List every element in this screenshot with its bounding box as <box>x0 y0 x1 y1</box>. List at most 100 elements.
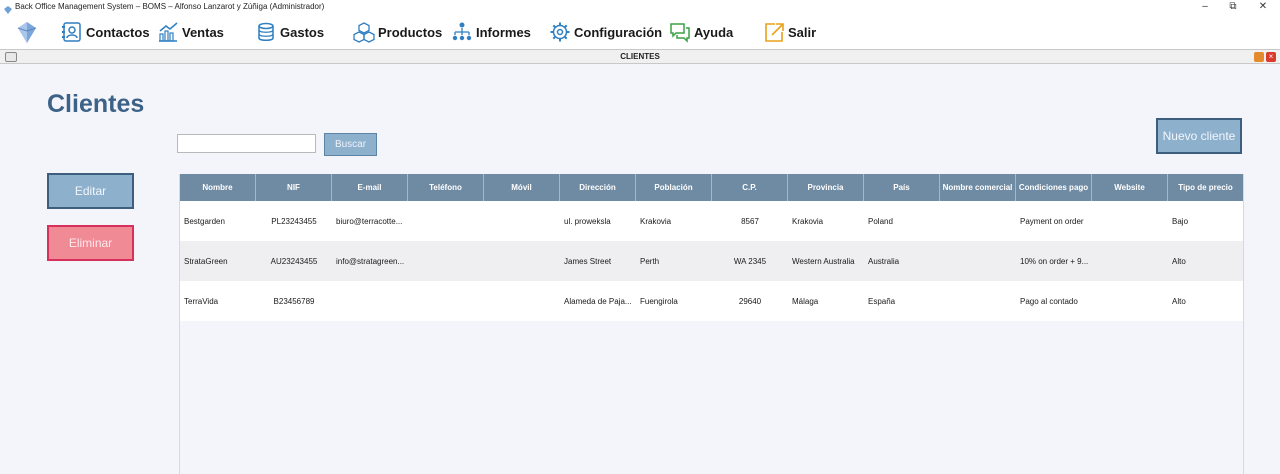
cell-direccion: Alameda de Paja... <box>564 296 632 306</box>
main-menubar: Contactos Ventas Gastos Productos Inform… <box>0 16 1280 49</box>
cell-poblacion: Perth <box>640 256 660 266</box>
exit-arrow-icon <box>762 20 786 44</box>
menu-label: Gastos <box>280 24 325 40</box>
menu-informes[interactable]: Informes <box>450 19 531 45</box>
cell-tipo-precio: Alto <box>1172 256 1186 266</box>
gear-icon <box>548 20 572 44</box>
cell-email: info@stratagreen... <box>336 256 405 266</box>
cell-direccion: ul. proweksla <box>564 216 611 226</box>
menu-contactos[interactable]: Contactos <box>60 19 150 45</box>
cell-pais: Poland <box>868 216 893 226</box>
cell-pais: Australia <box>868 256 900 266</box>
cell-website <box>1092 201 1168 241</box>
cell-email <box>332 281 408 321</box>
cell-telefono <box>408 201 484 241</box>
cell-cp: WA 2345 <box>733 256 767 266</box>
cell-website <box>1092 241 1168 281</box>
cell-condiciones-pago: Pago al contado <box>1020 296 1078 306</box>
search-input[interactable] <box>177 134 316 153</box>
chat-bubbles-icon <box>668 20 692 44</box>
menu-label: Configuración <box>574 24 663 40</box>
cell-nombre-comercial <box>940 201 1016 241</box>
window-title: Back Office Management System – BOMS – A… <box>15 2 325 11</box>
cell-nombre-comercial <box>940 281 1016 321</box>
menu-label: Ayuda <box>694 24 734 40</box>
menu-salir[interactable]: Salir <box>762 19 816 45</box>
cell-movil <box>484 201 560 241</box>
restore-button[interactable]: ⧉ <box>1221 1 1245 12</box>
cell-provincia: Western Australia <box>792 256 855 266</box>
cell-website <box>1092 281 1168 321</box>
cell-condiciones-pago: Payment on order <box>1020 216 1084 226</box>
cell-condiciones-pago: 10% on order + 9... <box>1020 256 1089 266</box>
clients-table: Nombre NIF E-mail Teléfono Móvil Direcci… <box>179 174 1244 474</box>
hierarchy-icon <box>450 20 474 44</box>
frame-minimize-button[interactable] <box>1254 52 1264 62</box>
menu-configuracion[interactable]: Configuración <box>548 19 662 45</box>
cell-nombre: Bestgarden <box>184 216 225 226</box>
column-header[interactable]: Móvil <box>484 174 560 201</box>
table-row[interactable]: Bestgarden PL23243455 biuro@terracotte..… <box>180 201 1243 241</box>
cell-nombre: StrataGreen <box>184 256 228 266</box>
cell-nombre-comercial <box>940 241 1016 281</box>
column-header[interactable]: Nombre <box>180 174 256 201</box>
table-row[interactable]: StrataGreen AU23243455 info@stratagreen.… <box>180 241 1243 281</box>
column-header[interactable]: Tipo de precio <box>1168 174 1243 201</box>
cell-cp: 29640 <box>738 296 762 306</box>
column-header[interactable]: NIF <box>256 174 332 201</box>
cell-cp: 8567 <box>741 216 759 226</box>
column-header[interactable]: Teléfono <box>408 174 484 201</box>
search-button[interactable]: Buscar <box>324 133 377 156</box>
cell-movil <box>484 281 560 321</box>
boxes-icon <box>352 20 376 44</box>
table-row[interactable]: TerraVida B23456789 Alameda de Paja... F… <box>180 281 1243 321</box>
cell-telefono <box>408 281 484 321</box>
menu-label: Ventas <box>182 24 224 40</box>
cell-tipo-precio: Bajo <box>1172 216 1189 226</box>
cell-poblacion: Fuengirola <box>640 296 678 306</box>
cell-pais: España <box>868 296 896 306</box>
cell-nif: B23456789 <box>273 296 315 306</box>
cell-poblacion: Krakovia <box>640 216 672 226</box>
minimize-button[interactable]: – <box>1193 1 1217 12</box>
cell-nombre: TerraVida <box>184 296 219 306</box>
cell-nif: PL23243455 <box>271 216 317 226</box>
cell-nif: AU23243455 <box>270 256 318 266</box>
column-header[interactable]: País <box>864 174 940 201</box>
close-button[interactable]: ✕ <box>1251 1 1275 12</box>
column-header[interactable]: E-mail <box>332 174 408 201</box>
menu-ventas[interactable]: Ventas <box>156 19 224 45</box>
menu-label: Contactos <box>86 24 150 40</box>
edit-button[interactable]: Editar <box>47 173 134 209</box>
column-header[interactable]: Población <box>636 174 712 201</box>
table-header: Nombre NIF E-mail Teléfono Móvil Direcci… <box>180 174 1243 201</box>
menu-label: Productos <box>378 24 443 40</box>
column-header[interactable]: C.P. <box>712 174 788 201</box>
column-header[interactable]: Provincia <box>788 174 864 201</box>
menu-productos[interactable]: Productos <box>352 19 442 45</box>
cell-telefono <box>408 241 484 281</box>
cell-provincia: Krakovia <box>792 216 824 226</box>
cell-movil <box>484 241 560 281</box>
menu-label: Informes <box>476 24 531 40</box>
window-titlebar: Back Office Management System – BOMS – A… <box>0 0 1280 16</box>
cell-tipo-precio: Alto <box>1172 296 1186 306</box>
column-header[interactable]: Dirección <box>560 174 636 201</box>
menu-label: Salir <box>788 24 817 40</box>
internal-frame-titlebar: CLIENTES × <box>0 49 1280 64</box>
menu-gastos[interactable]: Gastos <box>254 19 324 45</box>
delete-button[interactable]: Eliminar <box>47 225 134 261</box>
new-client-button[interactable]: Nuevo cliente <box>1156 118 1242 154</box>
boms-logo-icon <box>14 19 40 50</box>
column-header[interactable]: Condiciones pago <box>1016 174 1092 201</box>
frame-title: CLIENTES <box>620 52 660 61</box>
contacts-icon <box>60 20 84 44</box>
column-header[interactable]: Nombre comercial <box>940 174 1016 201</box>
cell-direccion: James Street <box>564 256 612 266</box>
coins-icon <box>254 20 278 44</box>
sales-chart-icon <box>156 20 180 44</box>
cell-email: biuro@terracotte... <box>336 216 403 226</box>
menu-ayuda[interactable]: Ayuda <box>668 19 733 45</box>
column-header[interactable]: Website <box>1092 174 1168 201</box>
frame-close-button[interactable]: × <box>1266 52 1276 62</box>
